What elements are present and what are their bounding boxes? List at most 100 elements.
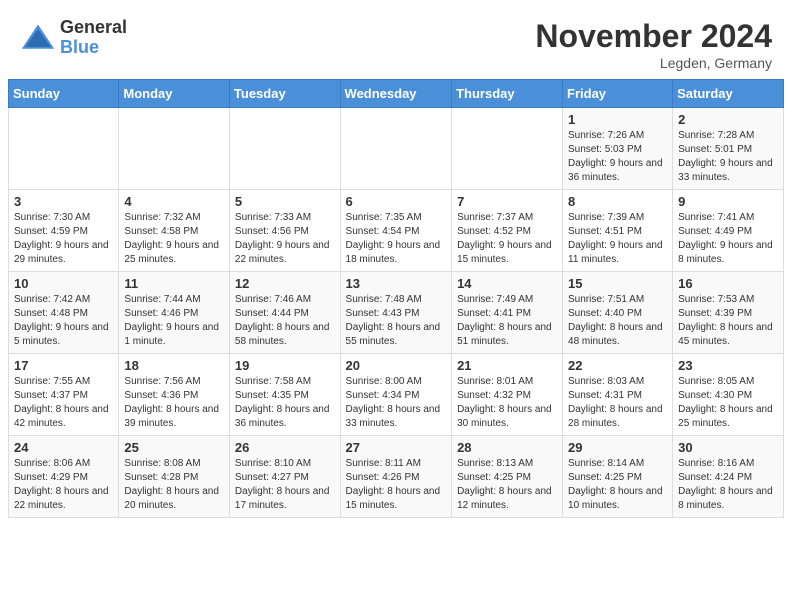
- calendar-cell: 24 Sunrise: 8:06 AM Sunset: 4:29 PM Dayli…: [9, 436, 119, 518]
- day-number: 4: [124, 194, 224, 209]
- calendar-cell: 16 Sunrise: 7:53 AM Sunset: 4:39 PM Dayli…: [673, 272, 784, 354]
- day-number: 1: [568, 112, 667, 127]
- day-info: Sunrise: 7:37 AM Sunset: 4:52 PM Dayligh…: [457, 211, 557, 267]
- day-info: Sunrise: 7:49 AM Sunset: 4:41 PM Dayligh…: [457, 293, 557, 349]
- logo-icon: [20, 20, 56, 56]
- calendar-cell: 19 Sunrise: 7:58 AM Sunset: 4:35 PM Dayli…: [229, 354, 340, 436]
- day-number: 22: [568, 358, 667, 373]
- day-info: Sunrise: 7:33 AM Sunset: 4:56 PM Dayligh…: [235, 211, 335, 267]
- day-info: Sunrise: 7:58 AM Sunset: 4:35 PM Dayligh…: [235, 375, 335, 431]
- calendar-cell: 11 Sunrise: 7:44 AM Sunset: 4:46 PM Dayli…: [119, 272, 230, 354]
- day-info: Sunrise: 8:06 AM Sunset: 4:29 PM Dayligh…: [14, 457, 113, 513]
- calendar-cell: [229, 108, 340, 190]
- day-number: 27: [346, 440, 447, 455]
- day-number: 25: [124, 440, 224, 455]
- day-number: 21: [457, 358, 557, 373]
- calendar-cell: 15 Sunrise: 7:51 AM Sunset: 4:40 PM Dayli…: [563, 272, 673, 354]
- calendar-cell: 13 Sunrise: 7:48 AM Sunset: 4:43 PM Dayli…: [340, 272, 452, 354]
- calendar-cell: 8Sunrise: 7:39 AM Sunset: 4:51 PM Daylig…: [563, 190, 673, 272]
- day-number: 26: [235, 440, 335, 455]
- month-title: November 2024: [535, 18, 772, 55]
- calendar-cell: 9 Sunrise: 7:41 AM Sunset: 4:49 PM Daylig…: [673, 190, 784, 272]
- calendar-cell: 2 Sunrise: 7:28 AM Sunset: 5:01 PM Daylig…: [673, 108, 784, 190]
- day-number: 15: [568, 276, 667, 291]
- day-number: 29: [568, 440, 667, 455]
- day-info: Sunrise: 8:00 AM Sunset: 4:34 PM Dayligh…: [346, 375, 447, 431]
- day-number: 19: [235, 358, 335, 373]
- col-tuesday: Tuesday: [229, 80, 340, 108]
- day-info: Sunrise: 8:03 AM Sunset: 4:31 PM Dayligh…: [568, 375, 667, 431]
- calendar-cell: [119, 108, 230, 190]
- col-sunday: Sunday: [9, 80, 119, 108]
- day-number: 6: [346, 194, 447, 209]
- calendar-cell: 12 Sunrise: 7:46 AM Sunset: 4:44 PM Dayli…: [229, 272, 340, 354]
- calendar-cell: 5Sunrise: 7:33 AM Sunset: 4:56 PM Daylig…: [229, 190, 340, 272]
- col-friday: Friday: [563, 80, 673, 108]
- day-number: 13: [346, 276, 447, 291]
- day-info: Sunrise: 7:42 AM Sunset: 4:48 PM Dayligh…: [14, 293, 113, 349]
- col-wednesday: Wednesday: [340, 80, 452, 108]
- col-monday: Monday: [119, 80, 230, 108]
- day-number: 11: [124, 276, 224, 291]
- day-info: Sunrise: 7:56 AM Sunset: 4:36 PM Dayligh…: [124, 375, 224, 431]
- calendar-cell: 28 Sunrise: 8:13 AM Sunset: 4:25 PM Dayli…: [452, 436, 563, 518]
- calendar-cell: 20 Sunrise: 8:00 AM Sunset: 4:34 PM Dayli…: [340, 354, 452, 436]
- calendar-week-4: 17 Sunrise: 7:55 AM Sunset: 4:37 PM Dayli…: [9, 354, 784, 436]
- calendar-week-2: 3 Sunrise: 7:30 AM Sunset: 4:59 PM Daylig…: [9, 190, 784, 272]
- calendar-cell: 25 Sunrise: 8:08 AM Sunset: 4:28 PM Dayli…: [119, 436, 230, 518]
- day-number: 28: [457, 440, 557, 455]
- day-info: Sunrise: 8:13 AM Sunset: 4:25 PM Dayligh…: [457, 457, 557, 513]
- day-info: Sunrise: 8:05 AM Sunset: 4:30 PM Dayligh…: [678, 375, 778, 431]
- day-info: Sunrise: 7:41 AM Sunset: 4:49 PM Dayligh…: [678, 211, 778, 267]
- logo-text: General Blue: [60, 18, 127, 58]
- day-info: Sunrise: 7:32 AM Sunset: 4:58 PM Dayligh…: [124, 211, 224, 267]
- calendar-cell: 17 Sunrise: 7:55 AM Sunset: 4:37 PM Dayli…: [9, 354, 119, 436]
- day-info: Sunrise: 7:28 AM Sunset: 5:01 PM Dayligh…: [678, 129, 778, 185]
- day-number: 30: [678, 440, 778, 455]
- day-info: Sunrise: 7:44 AM Sunset: 4:46 PM Dayligh…: [124, 293, 224, 349]
- day-info: Sunrise: 7:48 AM Sunset: 4:43 PM Dayligh…: [346, 293, 447, 349]
- day-info: Sunrise: 7:51 AM Sunset: 4:40 PM Dayligh…: [568, 293, 667, 349]
- day-number: 10: [14, 276, 113, 291]
- calendar-week-1: 1 Sunrise: 7:26 AM Sunset: 5:03 PM Daylig…: [9, 108, 784, 190]
- day-number: 23: [678, 358, 778, 373]
- calendar-cell: 21Sunrise: 8:01 AM Sunset: 4:32 PM Dayli…: [452, 354, 563, 436]
- calendar-table: Sunday Monday Tuesday Wednesday Thursday…: [8, 79, 784, 518]
- day-number: 20: [346, 358, 447, 373]
- day-info: Sunrise: 7:39 AM Sunset: 4:51 PM Dayligh…: [568, 211, 667, 267]
- day-info: Sunrise: 8:08 AM Sunset: 4:28 PM Dayligh…: [124, 457, 224, 513]
- page-header: General Blue November 2024 Legden, Germa…: [0, 0, 792, 79]
- day-number: 12: [235, 276, 335, 291]
- calendar-cell: 27Sunrise: 8:11 AM Sunset: 4:26 PM Dayli…: [340, 436, 452, 518]
- day-number: 3: [14, 194, 113, 209]
- calendar-cell: 7Sunrise: 7:37 AM Sunset: 4:52 PM Daylig…: [452, 190, 563, 272]
- calendar-week-5: 24 Sunrise: 8:06 AM Sunset: 4:29 PM Dayli…: [9, 436, 784, 518]
- day-info: Sunrise: 8:14 AM Sunset: 4:25 PM Dayligh…: [568, 457, 667, 513]
- calendar-cell: [9, 108, 119, 190]
- calendar-cell: 23 Sunrise: 8:05 AM Sunset: 4:30 PM Dayli…: [673, 354, 784, 436]
- calendar-cell: 6Sunrise: 7:35 AM Sunset: 4:54 PM Daylig…: [340, 190, 452, 272]
- logo-general: General: [60, 18, 127, 38]
- day-info: Sunrise: 7:53 AM Sunset: 4:39 PM Dayligh…: [678, 293, 778, 349]
- calendar-cell: [340, 108, 452, 190]
- calendar-week-3: 10 Sunrise: 7:42 AM Sunset: 4:48 PM Dayli…: [9, 272, 784, 354]
- logo: General Blue: [20, 18, 127, 58]
- header-row: Sunday Monday Tuesday Wednesday Thursday…: [9, 80, 784, 108]
- calendar-cell: 18 Sunrise: 7:56 AM Sunset: 4:36 PM Dayli…: [119, 354, 230, 436]
- day-info: Sunrise: 7:26 AM Sunset: 5:03 PM Dayligh…: [568, 129, 667, 185]
- day-info: Sunrise: 7:30 AM Sunset: 4:59 PM Dayligh…: [14, 211, 113, 267]
- day-number: 17: [14, 358, 113, 373]
- calendar-cell: 14Sunrise: 7:49 AM Sunset: 4:41 PM Dayli…: [452, 272, 563, 354]
- day-number: 16: [678, 276, 778, 291]
- calendar-header: Sunday Monday Tuesday Wednesday Thursday…: [9, 80, 784, 108]
- day-number: 24: [14, 440, 113, 455]
- calendar-cell: 29 Sunrise: 8:14 AM Sunset: 4:25 PM Dayli…: [563, 436, 673, 518]
- day-number: 18: [124, 358, 224, 373]
- day-number: 9: [678, 194, 778, 209]
- day-info: Sunrise: 7:55 AM Sunset: 4:37 PM Dayligh…: [14, 375, 113, 431]
- col-thursday: Thursday: [452, 80, 563, 108]
- day-info: Sunrise: 7:46 AM Sunset: 4:44 PM Dayligh…: [235, 293, 335, 349]
- day-number: 2: [678, 112, 778, 127]
- calendar-cell: 1 Sunrise: 7:26 AM Sunset: 5:03 PM Daylig…: [563, 108, 673, 190]
- calendar-cell: 10 Sunrise: 7:42 AM Sunset: 4:48 PM Dayli…: [9, 272, 119, 354]
